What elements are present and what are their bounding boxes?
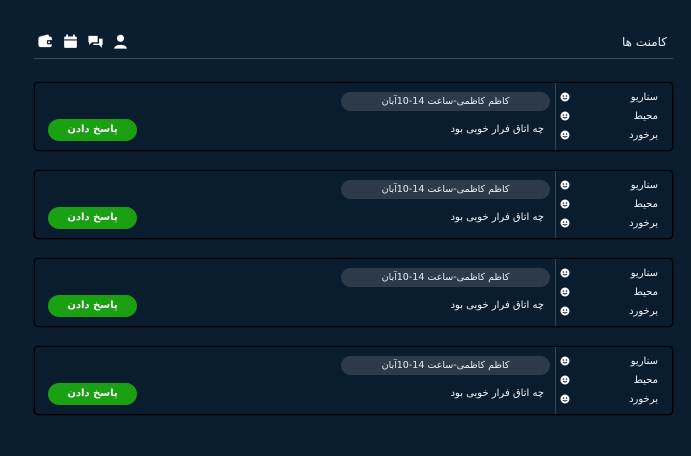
- smiley-icon: [560, 111, 570, 121]
- smiley-icon: [560, 130, 570, 140]
- smiley-icon: [560, 375, 570, 385]
- rating-panel: سناریو محیط برخورد: [555, 259, 672, 326]
- metric-label: سناریو: [630, 91, 658, 103]
- metric-scenario: سناریو: [560, 353, 658, 369]
- metric-label: محیط: [633, 198, 658, 210]
- metric-label: برخورد: [629, 129, 658, 141]
- metric-label: سناریو: [630, 267, 658, 279]
- calendar-icon[interactable]: [62, 33, 79, 50]
- rating-panel: سناریو محیط برخورد: [555, 347, 672, 414]
- reply-button[interactable]: پاسخ دادن: [48, 383, 137, 405]
- author-chip: کاظم کاظمی-ساعت 14-10آبان: [341, 180, 550, 199]
- reply-button[interactable]: پاسخ دادن: [48, 207, 137, 229]
- metric-label: سناریو: [630, 179, 658, 191]
- comment-card: کاظم کاظمی-ساعت 14-10آبان چه اتاق فرار خ…: [34, 170, 673, 239]
- comment-text: چه اتاق فرار خوبی بود: [450, 124, 544, 135]
- chat-icon[interactable]: [87, 33, 104, 50]
- metric-label: محیط: [633, 286, 658, 298]
- metric-scenario: سناریو: [560, 265, 658, 281]
- metric-behavior: برخورد: [560, 391, 658, 407]
- author-chip: کاظم کاظمی-ساعت 14-10آبان: [341, 356, 550, 375]
- metric-label: محیط: [633, 374, 658, 386]
- comment-card: کاظم کاظمی-ساعت 14-10آبان چه اتاق فرار خ…: [34, 82, 673, 151]
- metric-label: سناریو: [630, 355, 658, 367]
- comment-text: چه اتاق فرار خوبی بود: [450, 212, 544, 223]
- smiley-icon: [560, 199, 570, 209]
- reply-button[interactable]: پاسخ دادن: [48, 295, 137, 317]
- metric-environment: محیط: [560, 284, 658, 300]
- smiley-icon: [560, 180, 570, 190]
- metric-label: برخورد: [629, 305, 658, 317]
- metric-scenario: سناریو: [560, 177, 658, 193]
- comment-card: کاظم کاظمی-ساعت 14-10آبان چه اتاق فرار خ…: [34, 346, 673, 415]
- metric-label: برخورد: [629, 217, 658, 229]
- smiley-icon: [560, 287, 570, 297]
- smiley-icon: [560, 356, 570, 366]
- metric-environment: محیط: [560, 196, 658, 212]
- metric-environment: محیط: [560, 108, 658, 124]
- metric-environment: محیط: [560, 372, 658, 388]
- metric-behavior: برخورد: [560, 303, 658, 319]
- rating-panel: سناریو محیط برخورد: [555, 171, 672, 238]
- comment-text: چه اتاق فرار خوبی بود: [450, 388, 544, 399]
- reply-button[interactable]: پاسخ دادن: [48, 119, 137, 141]
- metric-scenario: سناریو: [560, 89, 658, 105]
- smiley-icon: [560, 92, 570, 102]
- smiley-icon: [560, 306, 570, 316]
- author-chip: کاظم کاظمی-ساعت 14-10آبان: [341, 268, 550, 287]
- author-chip: کاظم کاظمی-ساعت 14-10آبان: [341, 92, 550, 111]
- page-header: کامنت ها: [34, 28, 673, 59]
- comment-text: چه اتاق فرار خوبی بود: [450, 300, 544, 311]
- smiley-icon: [560, 218, 570, 228]
- header-icon-bar: [37, 33, 129, 50]
- smiley-icon: [560, 268, 570, 278]
- metric-behavior: برخورد: [560, 127, 658, 143]
- smiley-icon: [560, 394, 570, 404]
- rating-panel: سناریو محیط برخورد: [555, 83, 672, 150]
- metric-behavior: برخورد: [560, 215, 658, 231]
- wallet-icon[interactable]: [37, 33, 54, 50]
- metric-label: محیط: [633, 110, 658, 122]
- metric-label: برخورد: [629, 393, 658, 405]
- page-title: کامنت ها: [622, 35, 667, 49]
- user-icon[interactable]: [112, 33, 129, 50]
- comment-card: کاظم کاظمی-ساعت 14-10آبان چه اتاق فرار خ…: [34, 258, 673, 327]
